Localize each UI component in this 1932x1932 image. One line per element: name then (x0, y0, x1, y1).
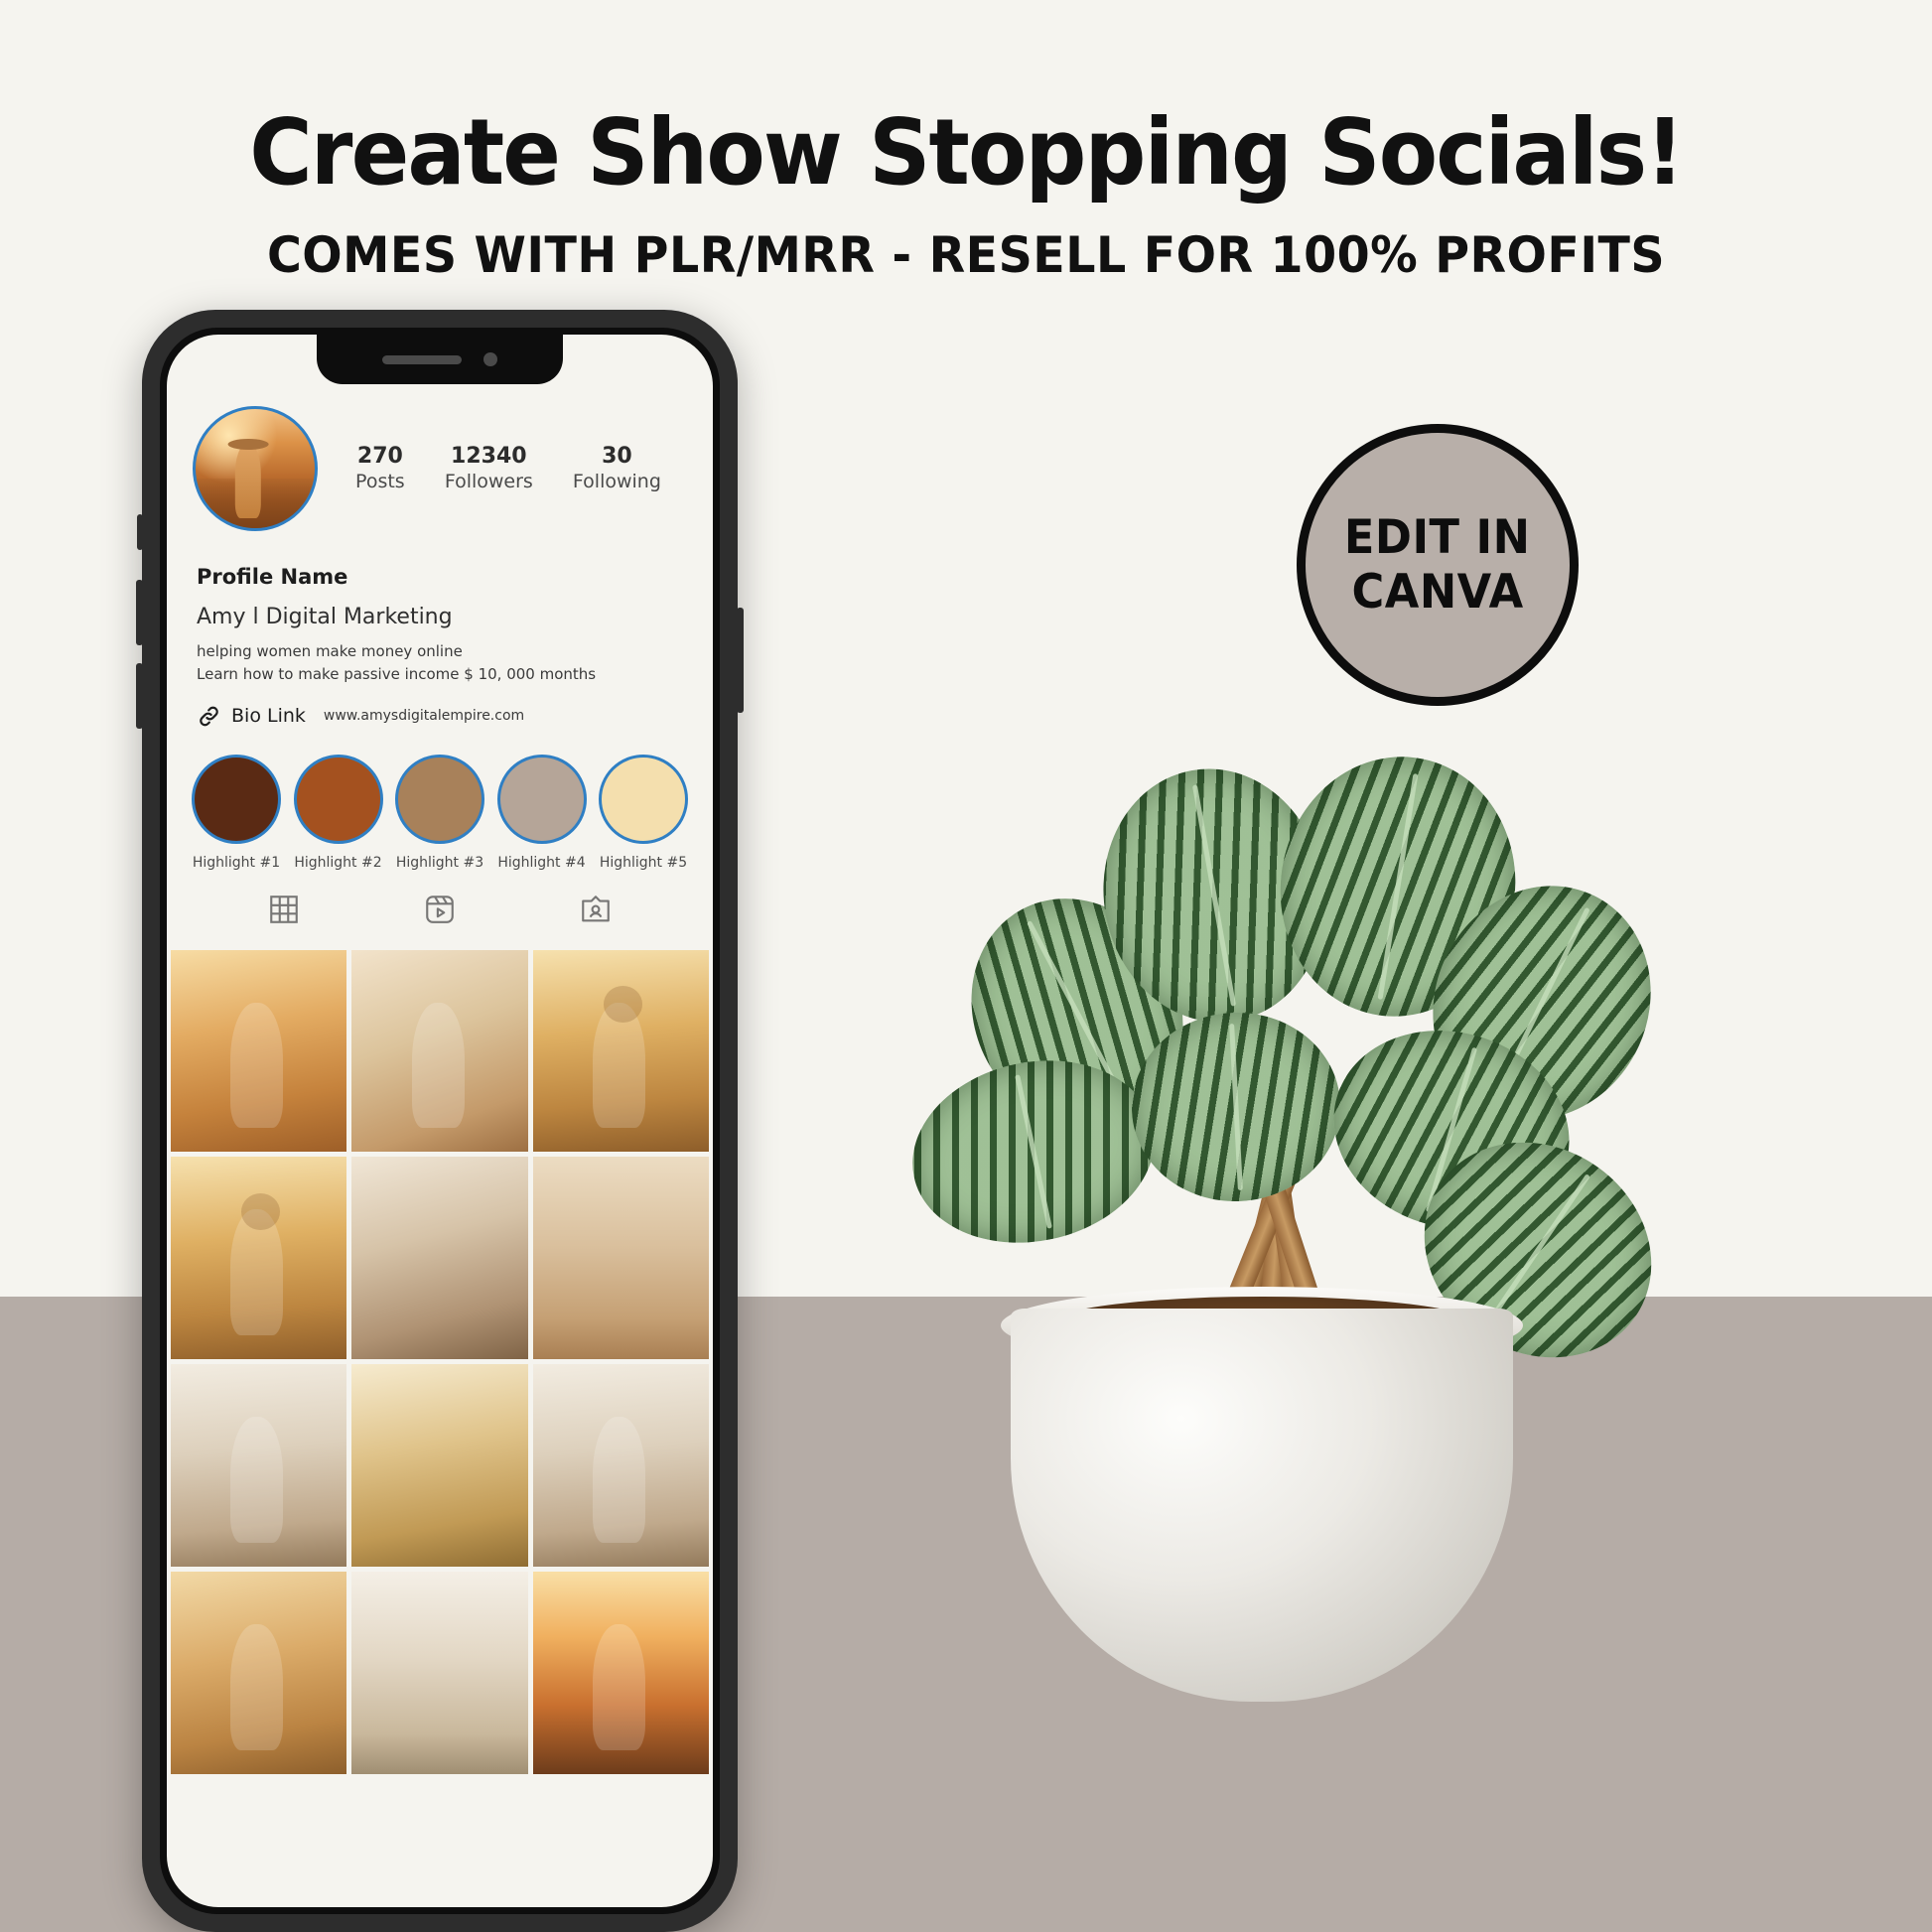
highlight-2[interactable]: Highlight #2 (291, 754, 386, 871)
highlight-1-cover (192, 754, 281, 844)
phone-bezel: 270 Posts 12340 Followers 30 Following P… (160, 328, 720, 1914)
highlight-5-label: Highlight #5 (599, 854, 688, 871)
post-hat-back[interactable] (171, 1157, 347, 1360)
poster-canvas: Create Show Stopping Socials! COMES WITH… (0, 0, 1932, 1932)
post-grid (167, 944, 713, 1775)
phone-silent-switch[interactable] (137, 514, 143, 550)
edit-in-canva-badge[interactable]: EDIT IN CANVA (1297, 424, 1579, 706)
bio-link-label: Bio Link (231, 705, 306, 727)
watermelon-peperomia-plant (884, 735, 1694, 1932)
avatar[interactable] (193, 406, 318, 531)
bio-line-1: helping women make money online (197, 642, 463, 660)
post-kitchen[interactable] (171, 1364, 347, 1568)
avatar-hat (227, 439, 269, 450)
stat-posts-label: Posts (355, 471, 405, 493)
textured-ceramic-pot (1011, 1309, 1513, 1702)
highlight-5[interactable]: Highlight #5 (596, 754, 691, 871)
story-highlights: Highlight #1 Highlight #2 Highlight #3 H… (167, 729, 713, 871)
highlight-1[interactable]: Highlight #1 (189, 754, 284, 871)
post-kitchen-window[interactable] (532, 1364, 709, 1568)
post-hat-field[interactable] (532, 949, 709, 1153)
stat-followers-label: Followers (444, 471, 533, 493)
canva-badge-line-1: EDIT IN (1344, 509, 1531, 565)
page-headline: Create Show Stopping Socials! (249, 99, 1684, 206)
profile-bio: Profile Name Amy l Digital Marketing hel… (167, 531, 713, 729)
page-subheadline: COMES WITH PLR/MRR - RESELL FOR 100% PRO… (266, 226, 1666, 284)
highlight-5-cover (599, 754, 688, 844)
profile-stats: 270 Posts 12340 Followers 30 Following (318, 443, 687, 494)
phone-notch (317, 335, 563, 384)
bio-link-row[interactable]: Bio Link www.amysdigitalempire.com (197, 704, 683, 729)
post-bouquet[interactable] (351, 949, 528, 1153)
avatar-figure (234, 445, 261, 519)
phone-screen: 270 Posts 12340 Followers 30 Following P… (167, 335, 713, 1907)
highlight-3-cover (395, 754, 484, 844)
post-table-roses[interactable] (351, 1572, 528, 1775)
canva-badge-line-2: CANVA (1351, 564, 1524, 620)
post-field-woman[interactable] (171, 949, 347, 1153)
stat-following-label: Following (572, 471, 661, 493)
highlight-3-label: Highlight #3 (395, 854, 484, 871)
stat-followers-value: 12340 (451, 443, 527, 469)
highlight-1-label: Highlight #1 (192, 854, 281, 871)
profile-title: Profile Name (197, 565, 348, 589)
stat-following-value: 30 (602, 443, 632, 469)
profile-display-name: Amy l Digital Marketing (197, 605, 453, 629)
bio-link-url[interactable]: www.amysdigitalempire.com (324, 708, 524, 724)
bio-line-2: Learn how to make passive income $ 10, 0… (197, 665, 597, 684)
post-dried-flowers[interactable] (351, 1364, 528, 1568)
stat-followers[interactable]: 12340 Followers (445, 443, 533, 494)
highlight-4-cover (496, 754, 587, 844)
highlight-4-label: Highlight #4 (497, 854, 586, 871)
tagged-icon[interactable] (579, 893, 613, 926)
highlight-3[interactable]: Highlight #3 (392, 754, 487, 871)
phone-volume-up-button[interactable] (136, 580, 143, 645)
phone-power-button[interactable] (737, 608, 744, 713)
post-sunset-cliff[interactable] (532, 1572, 709, 1775)
phone-volume-down-button[interactable] (136, 663, 143, 729)
link-icon (197, 704, 221, 729)
highlight-2-label: Highlight #2 (294, 854, 382, 871)
grid-icon[interactable] (267, 893, 301, 926)
stat-posts-value: 270 (356, 443, 403, 469)
earpiece-speaker (382, 354, 462, 364)
phone-mockup: 270 Posts 12340 Followers 30 Following P… (136, 310, 744, 1932)
post-floral-dress[interactable] (171, 1572, 347, 1775)
front-camera-icon (483, 352, 497, 366)
stat-posts[interactable]: 270 Posts (355, 443, 405, 494)
stat-following[interactable]: 30 Following (573, 443, 661, 494)
highlight-4[interactable]: Highlight #4 (494, 754, 590, 871)
post-beach-wine[interactable] (532, 1157, 709, 1360)
reels-icon[interactable] (423, 893, 457, 926)
profile-tabs (167, 871, 713, 944)
highlight-2-cover (293, 754, 383, 844)
post-laptop-desk[interactable] (351, 1157, 528, 1360)
